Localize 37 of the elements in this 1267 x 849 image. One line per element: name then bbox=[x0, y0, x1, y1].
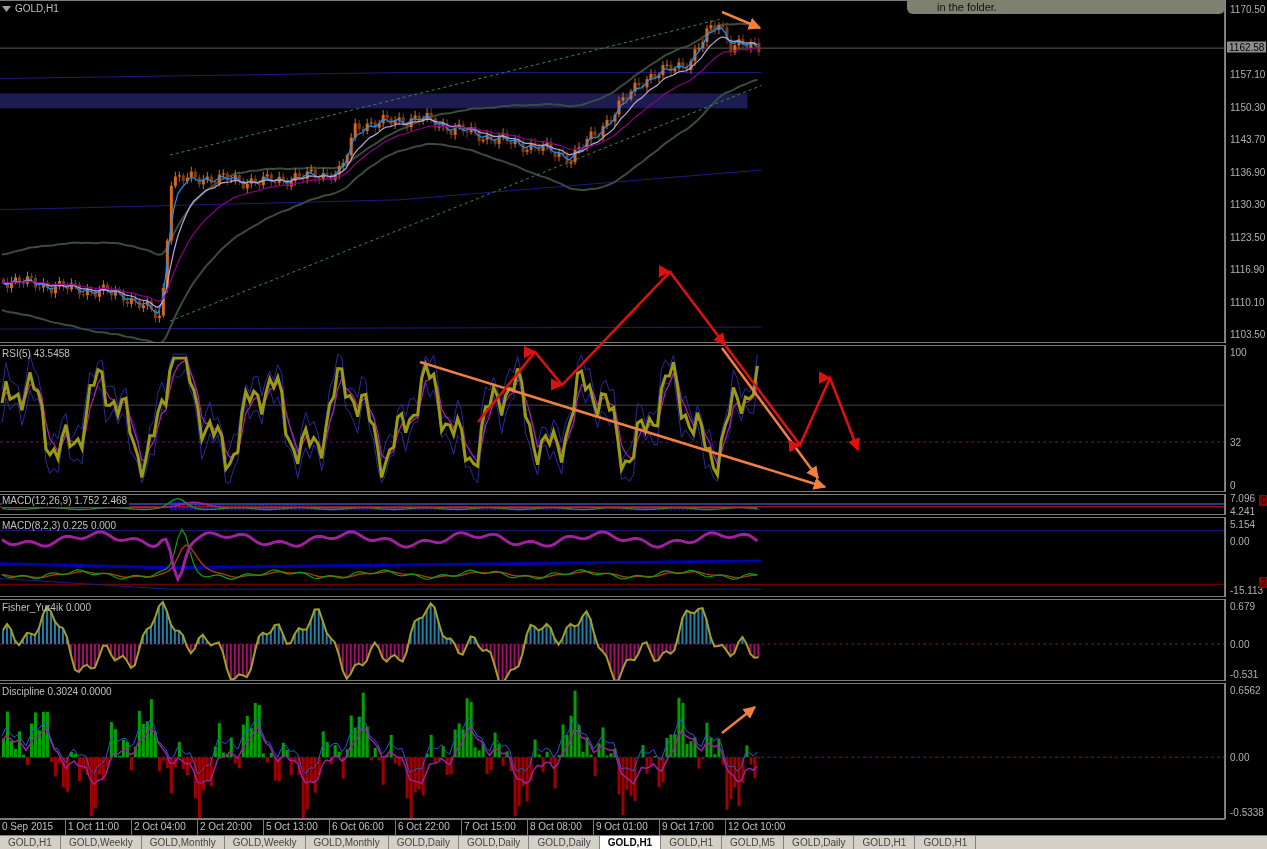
axis-label: 0.00 bbox=[1230, 638, 1250, 650]
axis-label: 4.241 bbox=[1230, 505, 1256, 517]
chart-symbol: GOLD,H1 bbox=[15, 3, 59, 14]
axis-label: 0 bbox=[1230, 479, 1236, 491]
axis-label: 0.6562 bbox=[1230, 684, 1261, 696]
axis-label: 1143.70 bbox=[1230, 133, 1266, 145]
indicator-title: RSI(5) 43.5458 bbox=[2, 348, 70, 359]
axis-label: 1170.50 bbox=[1230, 3, 1266, 15]
indicator-title: Fisher_Yur4ik 0.000 bbox=[2, 602, 91, 613]
axis-label: 0.00 bbox=[1230, 751, 1250, 763]
trend-arrow bbox=[721, 706, 756, 734]
axis-label: 7.096 bbox=[1230, 492, 1256, 504]
indicator-title: Discipline 0.3024 0.0000 bbox=[2, 686, 112, 697]
value-badge: 0 bbox=[1259, 495, 1267, 506]
axis-label: 5.154 bbox=[1230, 518, 1256, 530]
axis-label: 1130.30 bbox=[1230, 198, 1266, 210]
indicator-title: MACD(12,26,9) 1.752 2.468 bbox=[2, 495, 130, 507]
axis-label: 1123.50 bbox=[1230, 231, 1266, 243]
price-label: 1162.58 bbox=[1227, 41, 1267, 53]
trend-arrow bbox=[721, 10, 762, 30]
axis-label: 1110.10 bbox=[1230, 296, 1265, 308]
axis-label: 1116.90 bbox=[1230, 263, 1265, 275]
axis-label: 1103.50 bbox=[1230, 328, 1266, 340]
axis-label: 0.679 bbox=[1230, 600, 1256, 612]
axis-label: 1150.30 bbox=[1230, 101, 1266, 113]
chart-tab[interactable]: GOLD,H1 bbox=[599, 836, 662, 849]
axis-label: 0.00 bbox=[1230, 535, 1250, 547]
indicator-title: MACD(8,2,3) 0.225 0.000 bbox=[2, 520, 116, 531]
time-label: 0 Sep 2015 bbox=[1, 820, 55, 834]
notice-text: in the folder. bbox=[907, 0, 1225, 14]
axis-label: 100 bbox=[1230, 346, 1247, 358]
caret-icon[interactable] bbox=[2, 5, 11, 12]
axis-label: 1136.90 bbox=[1230, 166, 1266, 178]
axis-label: 32 bbox=[1230, 436, 1242, 448]
axis-label: -0.531 bbox=[1230, 668, 1259, 680]
axis-label: 1157.10 bbox=[1230, 68, 1266, 80]
axis-label: -0.5338 bbox=[1230, 806, 1264, 818]
